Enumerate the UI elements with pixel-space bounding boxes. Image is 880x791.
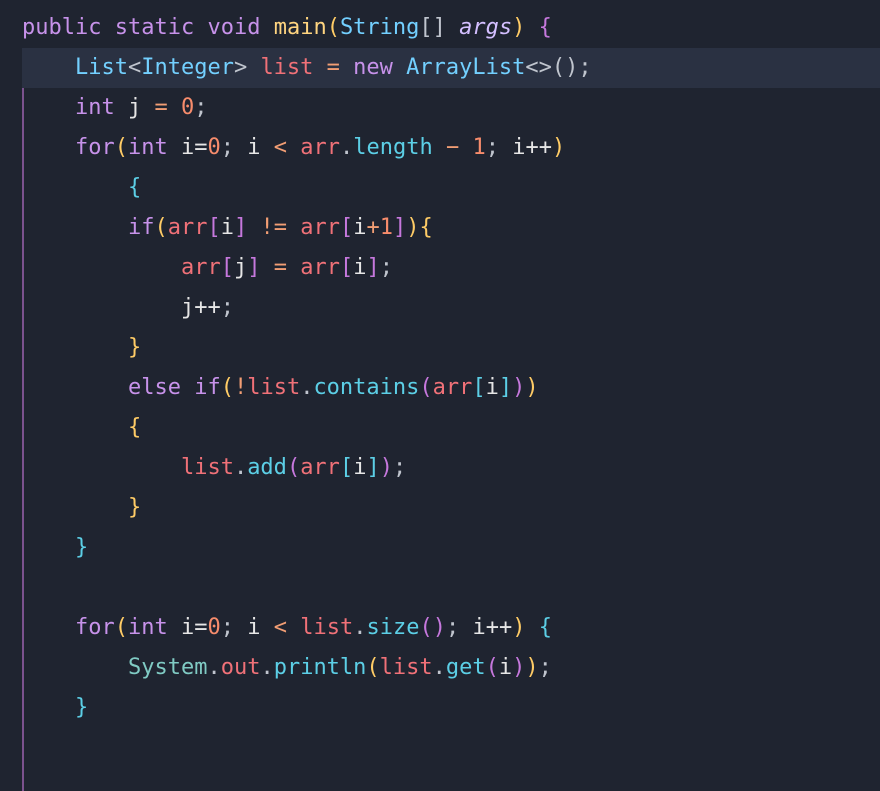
keyword-static: static <box>115 15 194 40</box>
code-editor[interactable]: public static void main(String[] args) {… <box>0 0 880 728</box>
code-line: { <box>22 168 880 208</box>
keyword-new: new <box>353 55 393 80</box>
op-not: ! <box>234 375 247 400</box>
brace-close: } <box>128 335 141 360</box>
method-get: get <box>446 655 486 680</box>
bracket-open: [ <box>419 15 432 40</box>
paren-open: ( <box>327 15 340 40</box>
brace-close: } <box>75 535 88 560</box>
type-arraylist: ArrayList <box>406 55 525 80</box>
code-line: } <box>22 688 880 728</box>
type-list: List <box>75 55 128 80</box>
code-line: else if(!list.contains(arr[i])) <box>22 368 880 408</box>
type-integer: Integer <box>141 55 234 80</box>
code-line: for(int i=0; i < arr.length − 1; i++) <box>22 128 880 168</box>
code-line: int j = 0; <box>22 88 880 128</box>
var-j: j <box>128 95 141 120</box>
code-line: if(arr[i] != arr[i+1]){ <box>22 208 880 248</box>
method-size: size <box>366 615 419 640</box>
code-line: } <box>22 328 880 368</box>
code-line: List<Integer> list = new ArrayList<>(); <box>22 48 880 88</box>
method-contains: contains <box>313 375 419 400</box>
type-string: String <box>340 15 419 40</box>
brace-open: { <box>419 215 432 240</box>
bracket-close: ] <box>433 15 446 40</box>
code-line: System.out.println(list.get(i)); <box>22 648 880 688</box>
keyword-public: public <box>22 15 101 40</box>
code-line: j++; <box>22 288 880 328</box>
expr-jpp: j++ <box>181 295 221 320</box>
code-line: { <box>22 408 880 448</box>
method-println: println <box>274 655 367 680</box>
brace-close: } <box>75 695 88 720</box>
keyword-for: for <box>75 615 115 640</box>
prop-length: length <box>353 135 432 160</box>
keyword-int: int <box>75 95 115 120</box>
method-main: main <box>274 15 327 40</box>
method-add: add <box>247 455 287 480</box>
brace-open: { <box>525 15 552 40</box>
var-arr: arr <box>300 135 340 160</box>
paren-close: ) <box>512 15 525 40</box>
var-list: list <box>260 55 313 80</box>
code-line: } <box>22 488 880 528</box>
code-line: arr[j] = arr[i]; <box>22 248 880 288</box>
class-system: System <box>128 655 207 680</box>
brace-open: { <box>128 415 141 440</box>
keyword-void: void <box>207 15 260 40</box>
code-line: } <box>22 528 880 568</box>
brace-close: } <box>128 495 141 520</box>
keyword-for: for <box>75 135 115 160</box>
code-line: list.add(arr[i]); <box>22 448 880 488</box>
literal-zero: 0 <box>181 95 194 120</box>
param-args: args <box>459 15 512 40</box>
field-out: out <box>221 655 261 680</box>
keyword-else: else <box>128 375 181 400</box>
code-line: for(int i=0; i < list.size(); i++) { <box>22 608 880 648</box>
brace-open: { <box>128 175 141 200</box>
brace-open: { <box>525 615 552 640</box>
code-line <box>22 568 880 608</box>
keyword-if: if <box>128 215 155 240</box>
code-line: public static void main(String[] args) { <box>22 8 880 48</box>
